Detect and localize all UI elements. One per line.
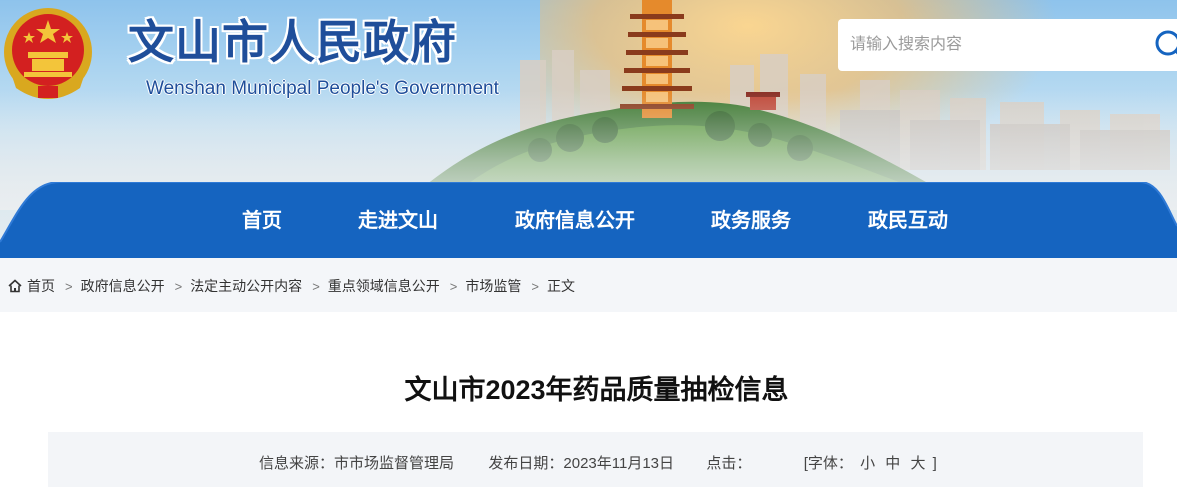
article-meta: 信息来源：市市场监督管理局 发布日期：2023年11月13日 点击： [字体： … <box>48 432 1143 487</box>
breadcrumb-separator: > <box>65 278 73 294</box>
font-size-label: [字体： <box>803 455 853 472</box>
breadcrumb-market-supervision[interactable]: 市场监管 <box>465 276 521 296</box>
breadcrumb: 首页 > 政府信息公开 > 法定主动公开内容 > 重点领域信息公开 > 市场监管… <box>0 258 1177 312</box>
breadcrumb-current: 正文 <box>546 278 575 294</box>
nav-item-gov-services[interactable]: 政务服务 <box>711 204 791 233</box>
nav-item-interaction[interactable]: 政民互动 <box>868 204 948 233</box>
home-icon <box>8 279 22 293</box>
search-icon[interactable] <box>1154 29 1177 61</box>
clicks-label: 点击： <box>706 455 752 472</box>
breadcrumb-separator: > <box>531 278 539 294</box>
header-banner: 文山市人民政府 Wenshan Municipal People's Gover… <box>0 0 1177 258</box>
nav-item-gov-info[interactable]: 政府信息公开 <box>515 204 635 233</box>
breadcrumb-separator: > <box>312 278 320 294</box>
nav-item-about-wenshan[interactable]: 走进文山 <box>358 204 438 233</box>
source-label: 信息来源： <box>259 455 335 472</box>
breadcrumb-separator: > <box>174 278 183 294</box>
article-title: 文山市2023年药品质量抽检信息 <box>404 375 789 405</box>
nav-item-home[interactable]: 首页 <box>242 204 282 233</box>
breadcrumb-home[interactable]: 首页 <box>27 276 55 296</box>
site-subtitle: Wenshan Municipal People's Government <box>146 78 499 99</box>
search-box <box>838 19 1177 71</box>
font-size-small-button[interactable]: 小 <box>860 452 875 473</box>
breadcrumb-key-areas[interactable]: 重点领域信息公开 <box>328 276 440 296</box>
date-label: 发布日期： <box>488 455 564 472</box>
national-emblem-icon <box>4 8 92 99</box>
breadcrumb-statutory-disclosure[interactable]: 法定主动公开内容 <box>190 276 302 296</box>
main-nav: 首页 走进文山 政府信息公开 政务服务 政民互动 <box>0 182 1177 258</box>
font-size-medium-button[interactable]: 中 <box>885 452 900 473</box>
font-size-close: ] <box>932 455 937 472</box>
breadcrumb-separator: > <box>449 278 458 294</box>
breadcrumb-gov-info[interactable]: 政府信息公开 <box>81 276 165 296</box>
search-input[interactable] <box>850 33 1140 57</box>
date-value: 2023年11月13日 <box>563 455 675 472</box>
font-size-large-button[interactable]: 大 <box>910 452 925 473</box>
site-title: 文山市人民政府 <box>128 15 457 69</box>
source-value: 市市场监督管理局 <box>334 455 455 472</box>
